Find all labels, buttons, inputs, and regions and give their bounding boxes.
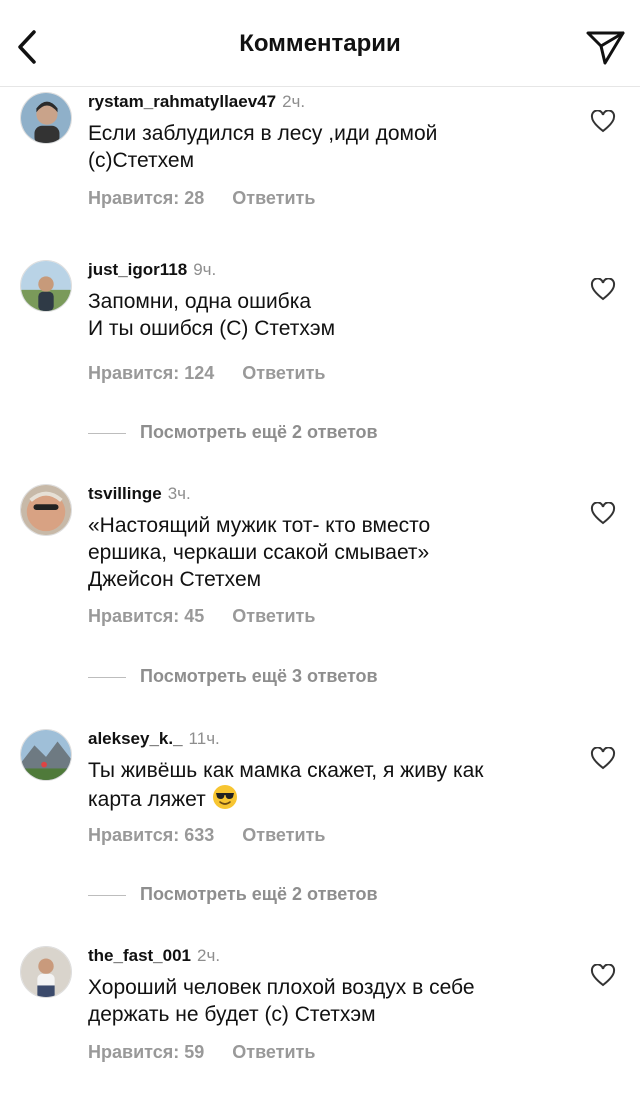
share-button[interactable] — [584, 26, 628, 68]
likes-count[interactable]: Нравится: 59 — [88, 1042, 204, 1062]
like-button[interactable] — [590, 963, 616, 988]
paper-plane-icon — [586, 31, 625, 65]
avatar[interactable] — [20, 484, 72, 536]
reply-button[interactable]: Ответить — [232, 1042, 315, 1062]
view-more-replies-label: Посмотреть ещё 3 ответов — [140, 666, 378, 686]
comment-time: 11ч. — [188, 729, 220, 748]
like-button[interactable] — [590, 277, 616, 302]
reply-button[interactable]: Ответить — [242, 825, 325, 845]
username[interactable]: tsvillinge — [88, 484, 162, 503]
view-more-replies-label: Посмотреть ещё 2 ответов — [140, 884, 378, 904]
divider-line — [88, 677, 126, 678]
likes-count[interactable]: Нравится: 28 — [88, 188, 204, 208]
likes-count[interactable]: Нравится: 633 — [88, 825, 214, 845]
heart-icon — [590, 501, 616, 525]
divider-line — [88, 433, 126, 434]
comment-text: Хороший человек плохой воздух в себе дер… — [88, 976, 475, 1026]
heart-icon — [590, 277, 616, 301]
view-more-replies[interactable]: Посмотреть ещё 2 ответов — [88, 884, 508, 908]
page-title: Комментарии — [239, 30, 401, 57]
likes-count[interactable]: Нравится: 124 — [88, 363, 214, 383]
username[interactable]: just_igor118 — [88, 260, 187, 279]
heart-icon — [590, 109, 616, 133]
view-more-replies[interactable]: Посмотреть ещё 2 ответов — [88, 422, 508, 446]
comment-time: 2ч. — [197, 946, 221, 965]
reply-button[interactable]: Ответить — [242, 363, 325, 383]
avatar[interactable] — [20, 946, 72, 998]
reply-button[interactable]: Ответить — [232, 188, 315, 208]
comment-time: 9ч. — [193, 260, 217, 279]
heart-icon — [590, 746, 616, 770]
divider-line — [88, 895, 126, 896]
comment-time: 3ч. — [167, 484, 191, 503]
like-button[interactable] — [590, 746, 616, 771]
like-button[interactable] — [590, 501, 616, 526]
reply-button[interactable]: Ответить — [232, 606, 315, 626]
avatar[interactable] — [20, 260, 72, 312]
likes-count[interactable]: Нравится: 45 — [88, 606, 204, 626]
like-button[interactable] — [590, 109, 616, 134]
username[interactable]: aleksey_k._ — [88, 729, 183, 748]
comment-text-body: Ты живёшь как мамка скажет, я живу как к… — [88, 759, 484, 811]
username[interactable]: the_fast_001 — [88, 946, 191, 965]
view-more-replies-label: Посмотреть ещё 2 ответов — [140, 422, 378, 442]
comment-text: Ты живёшь как мамка скажет, я живу как к… — [88, 757, 558, 813]
avatar[interactable] — [20, 92, 72, 144]
comment-text: Если заблудился в лесу ,иди домой (с)Сте… — [88, 122, 438, 172]
avatar[interactable] — [20, 729, 72, 781]
smiling-face-with-sunglasses-icon — [212, 785, 237, 809]
view-more-replies[interactable]: Посмотреть ещё 3 ответов — [88, 666, 508, 690]
top-bar: Комментарии — [0, 0, 640, 87]
heart-icon — [590, 963, 616, 987]
comment-text: «Настоящий мужик тот- кто вместо ершика,… — [88, 514, 431, 591]
username[interactable]: rystam_rahmatyllaev47 — [88, 92, 276, 111]
comment-text: Запомни, одна ошибка И ты ошибся (С) Сте… — [88, 290, 336, 340]
comment-time: 2ч. — [282, 92, 306, 111]
